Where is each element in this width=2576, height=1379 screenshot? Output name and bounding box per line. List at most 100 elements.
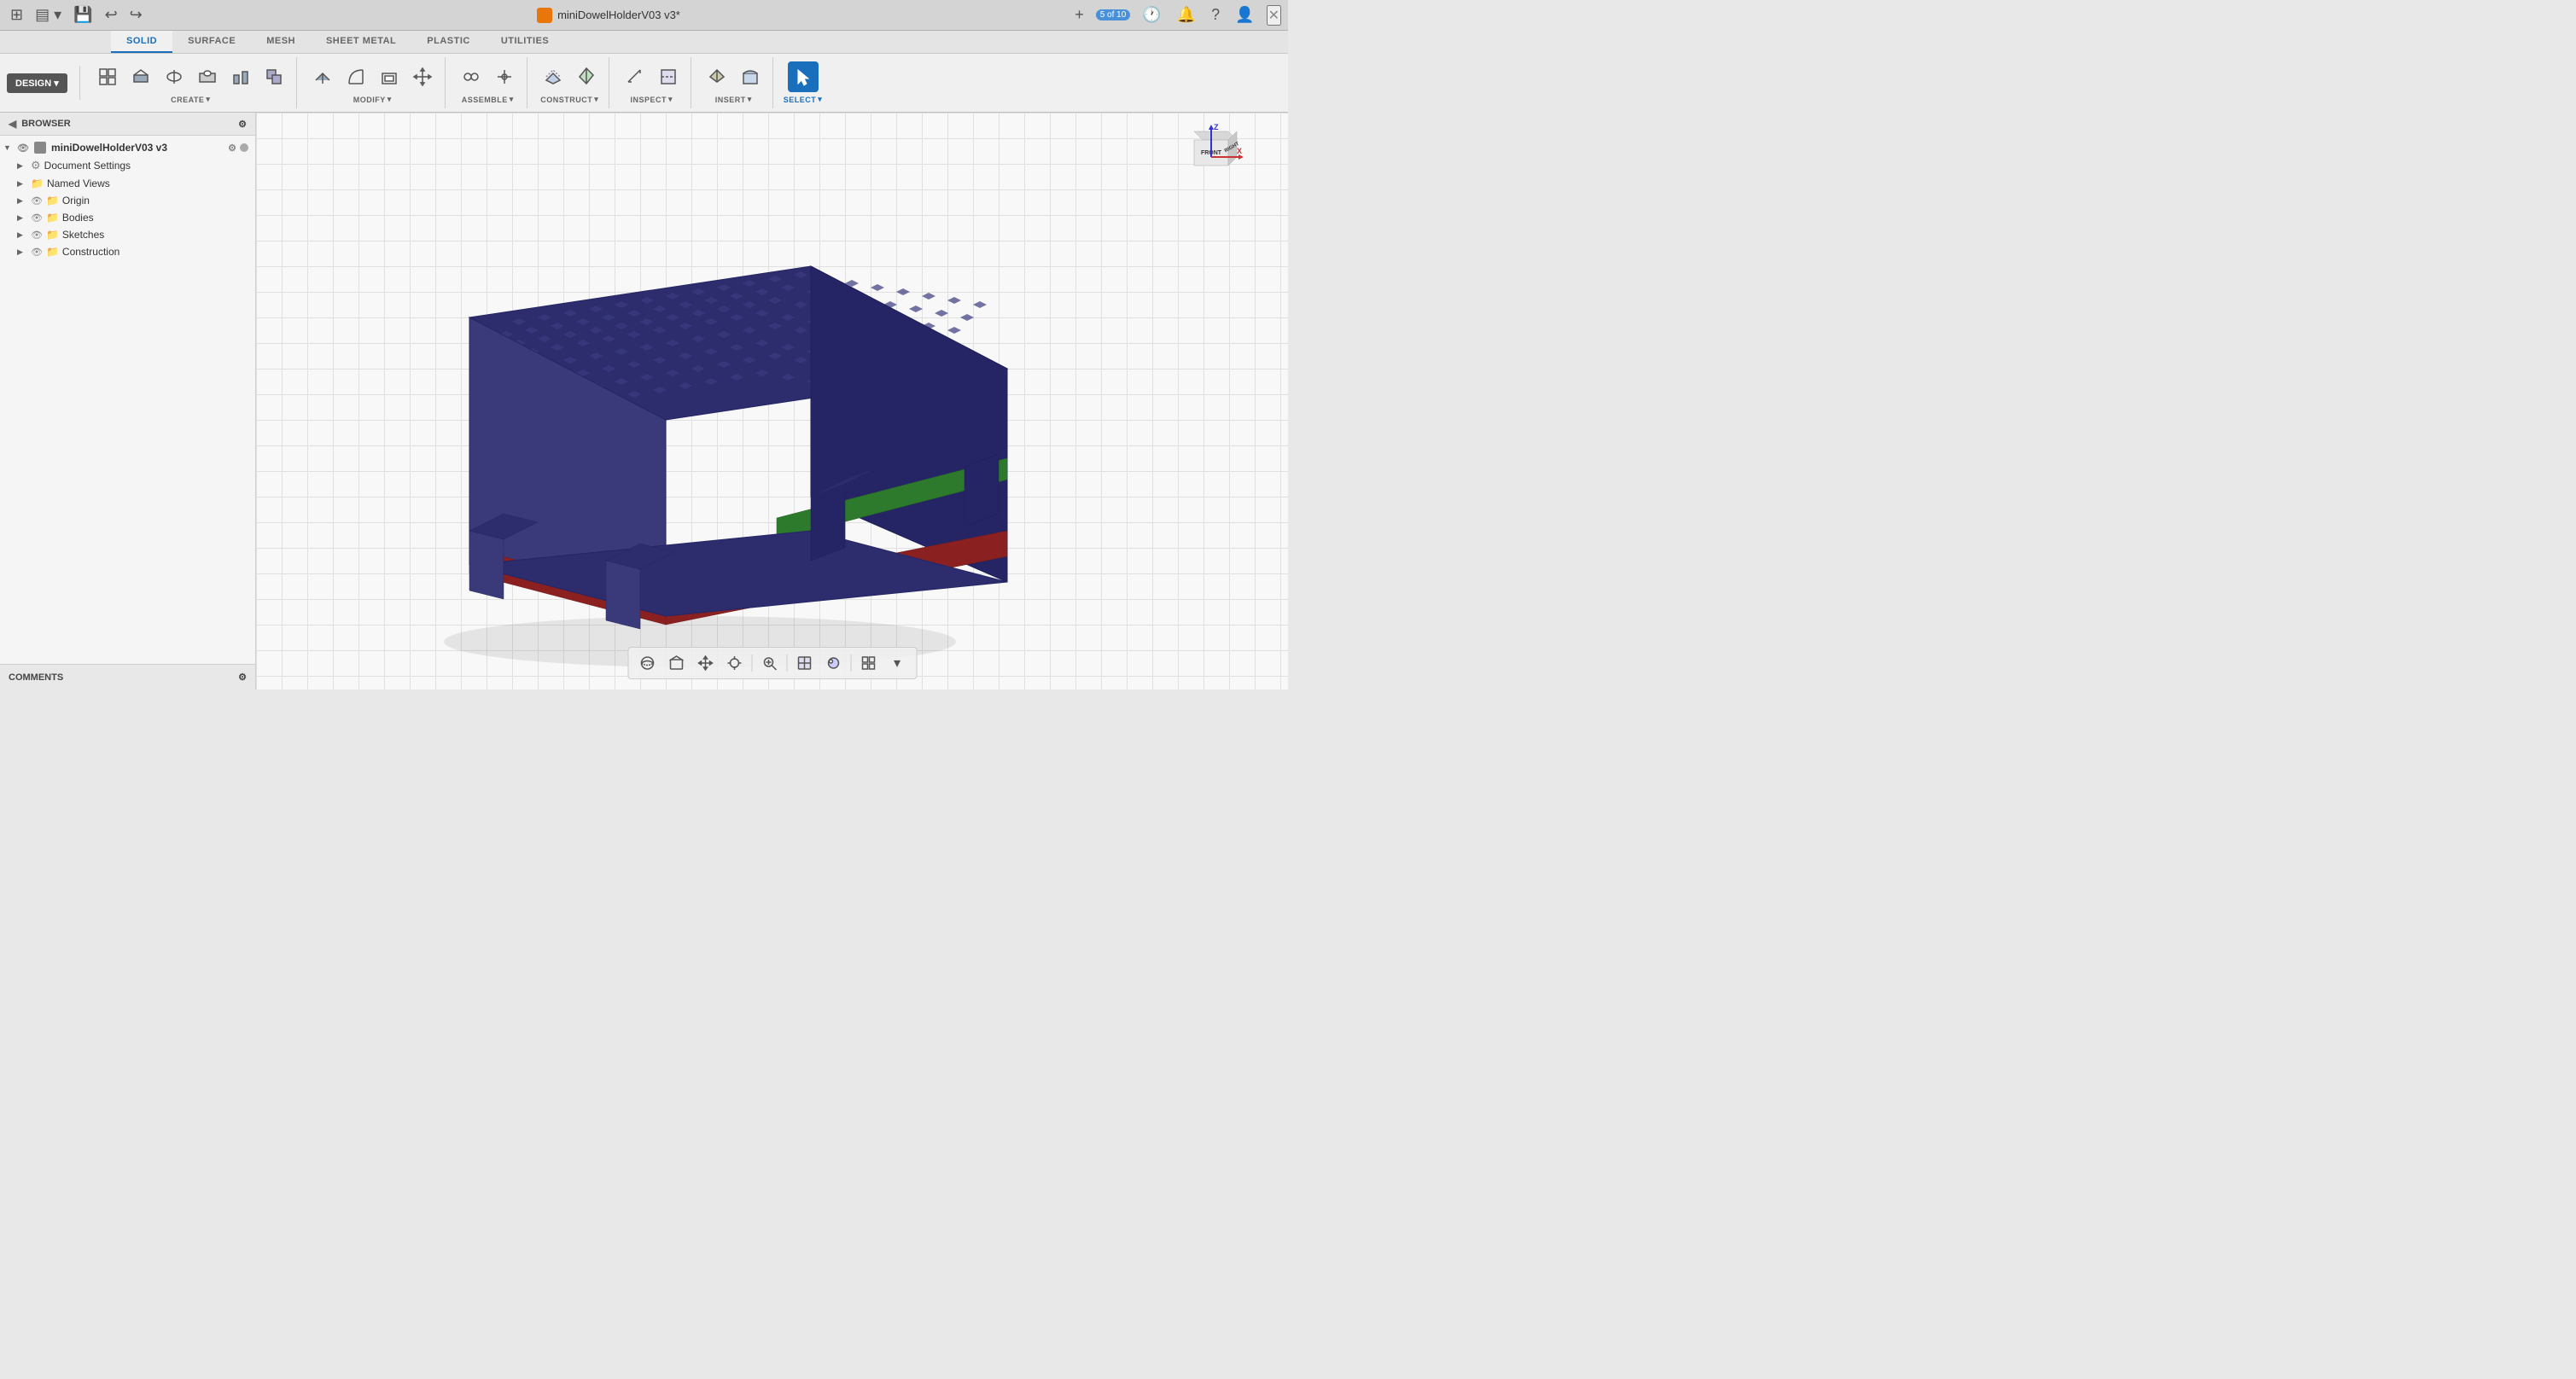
redo-button[interactable]: ↪: [126, 4, 146, 26]
assemble-dropdown-icon[interactable]: ▾: [510, 95, 514, 104]
insert-dropdown-icon[interactable]: ▾: [748, 95, 752, 104]
new-component-icon[interactable]: [92, 61, 123, 92]
close-button[interactable]: ✕: [1267, 5, 1281, 26]
grid-button[interactable]: [856, 651, 880, 675]
design-mode-button[interactable]: DESIGN ▾: [7, 73, 67, 93]
shell-icon[interactable]: [374, 61, 405, 92]
titlebar-left: ⊞ ▤ ▾ 💾 ↩ ↪: [7, 4, 146, 26]
select-icon[interactable]: [788, 61, 819, 92]
root-eye-icon[interactable]: 👁: [17, 143, 29, 154]
model-svg: [367, 164, 1067, 676]
tree-named-views[interactable]: ▶ 📁 Named Views: [0, 175, 255, 192]
titlebar: ⊞ ▤ ▾ 💾 ↩ ↪ miniDowelHolderV03 v3* + 5 o…: [0, 0, 1288, 31]
modify-dropdown-icon[interactable]: ▾: [388, 95, 392, 104]
section-analysis-icon[interactable]: [653, 61, 684, 92]
select-icons: [788, 61, 819, 92]
tree-sketches[interactable]: ▶ 👁 📁 Sketches: [0, 226, 255, 243]
file-menu-button[interactable]: ▤ ▾: [32, 4, 65, 26]
sketches-eye-icon[interactable]: 👁: [31, 230, 43, 241]
hole-icon[interactable]: [192, 61, 223, 92]
root-component-icon: [34, 142, 46, 154]
insert-mesh-icon[interactable]: [702, 61, 732, 92]
tree-root-item[interactable]: ▼ 👁 miniDowelHolderV03 v3 ⚙: [0, 139, 255, 156]
axis-plane-icon[interactable]: [571, 61, 602, 92]
inspect-dropdown-icon[interactable]: ▾: [668, 95, 673, 104]
app-icon: [537, 8, 552, 23]
document-title: miniDowelHolderV03 v3*: [557, 9, 680, 21]
fit-button[interactable]: [722, 651, 746, 675]
modify-icons: [307, 61, 438, 92]
tab-utilities[interactable]: UTILITIES: [486, 31, 564, 53]
construction-chevron: ▶: [17, 247, 27, 257]
bodies-eye-icon[interactable]: 👁: [31, 212, 43, 224]
combine-icon[interactable]: [259, 61, 289, 92]
collapse-browser-button[interactable]: ◀: [9, 118, 16, 130]
browser-title: BROWSER: [21, 119, 70, 129]
root-gear-icon[interactable]: ⚙: [228, 143, 236, 154]
origin-chevron: ▶: [17, 196, 27, 206]
origin-name: Origin: [62, 195, 248, 207]
clock-button[interactable]: 🕐: [1139, 4, 1164, 26]
revolve-icon[interactable]: [159, 61, 189, 92]
assemble-icons: [456, 61, 520, 92]
comments-bar: COMMENTS ⚙: [0, 664, 255, 690]
tab-mesh[interactable]: MESH: [251, 31, 311, 53]
toolbar-separator-2: [786, 655, 787, 672]
decal-icon[interactable]: [735, 61, 766, 92]
doc-settings-name: Document Settings: [44, 160, 248, 172]
tree-origin[interactable]: ▶ 👁 📁 Origin: [0, 192, 255, 209]
select-dropdown-icon[interactable]: ▾: [818, 95, 822, 104]
inspect-label: INSPECT ▾: [630, 95, 673, 104]
pan-button[interactable]: [693, 651, 717, 675]
tab-plastic[interactable]: PLASTIC: [411, 31, 486, 53]
tab-solid[interactable]: SOLID: [111, 31, 172, 53]
joint-origin-icon[interactable]: [489, 61, 520, 92]
grid-menu-button[interactable]: ⊞: [7, 4, 26, 26]
notification-button[interactable]: 🔔: [1174, 4, 1199, 26]
more-options-button[interactable]: ▾: [885, 651, 909, 675]
axis-indicator[interactable]: FRONT RIGHT Z X: [1177, 123, 1245, 191]
named-views-name: Named Views: [47, 177, 248, 189]
pattern-icon[interactable]: [225, 61, 256, 92]
construct-dropdown-icon[interactable]: ▾: [594, 95, 598, 104]
tree-construction[interactable]: ▶ 👁 📁 Construction: [0, 243, 255, 260]
add-tab-button[interactable]: +: [1071, 4, 1087, 26]
svg-text:X: X: [1237, 147, 1242, 155]
browser-settings-icon[interactable]: ⚙: [238, 119, 247, 130]
named-views-folder-icon: 📁: [31, 177, 44, 189]
create-dropdown-icon[interactable]: ▾: [206, 95, 210, 104]
tab-sheet-metal[interactable]: SHEET METAL: [311, 31, 411, 53]
doc-settings-chevron: ▶: [17, 161, 27, 171]
select-label: SELECT ▾: [784, 95, 823, 104]
measure-icon[interactable]: [620, 61, 650, 92]
orbit-button[interactable]: [635, 651, 659, 675]
tree-document-settings[interactable]: ▶ ⚙ Document Settings: [0, 156, 255, 175]
extrude-icon[interactable]: [125, 61, 156, 92]
construct-icons: [538, 61, 602, 92]
save-button[interactable]: 💾: [70, 4, 96, 26]
fillet-icon[interactable]: [341, 61, 371, 92]
inspect-icons: [620, 61, 684, 92]
comments-label: COMMENTS: [9, 672, 63, 683]
move-icon[interactable]: [407, 61, 438, 92]
undo-button[interactable]: ↩: [102, 4, 121, 26]
construction-eye-icon[interactable]: 👁: [31, 247, 43, 258]
tab-surface[interactable]: SURFACE: [172, 31, 251, 53]
help-button[interactable]: ?: [1208, 4, 1223, 26]
construct-label: CONSTRUCT ▾: [540, 95, 598, 104]
display-style-button[interactable]: [792, 651, 816, 675]
account-button[interactable]: 👤: [1232, 4, 1257, 26]
home-button[interactable]: [664, 651, 688, 675]
press-pull-icon[interactable]: [307, 61, 338, 92]
comments-settings-icon[interactable]: ⚙: [238, 672, 247, 683]
viewport[interactable]: FRONT RIGHT Z X: [256, 113, 1288, 690]
named-views-chevron: ▶: [17, 179, 27, 189]
origin-eye-icon[interactable]: 👁: [31, 195, 43, 207]
toolbar: SOLID SURFACE MESH SHEET METAL PLASTIC U…: [0, 31, 1288, 113]
joint-icon[interactable]: [456, 61, 487, 92]
tree-bodies[interactable]: ▶ 👁 📁 Bodies: [0, 209, 255, 226]
offset-plane-icon[interactable]: [538, 61, 568, 92]
appearance-button[interactable]: [821, 651, 845, 675]
zoom-button[interactable]: [757, 651, 781, 675]
insert-label: INSERT ▾: [715, 95, 752, 104]
